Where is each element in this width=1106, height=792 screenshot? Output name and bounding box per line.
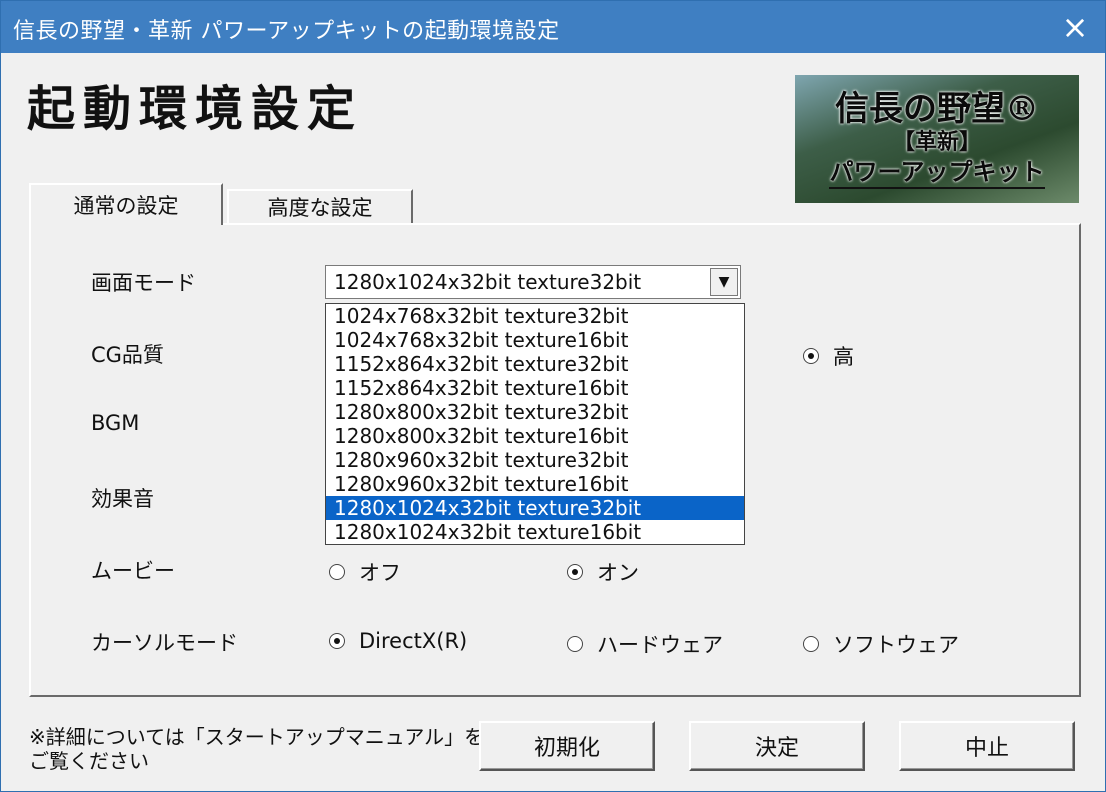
dropdown-option[interactable]: 1280x960x32bit texture16bit <box>326 472 744 496</box>
dropdown-option[interactable]: 1152x864x32bit texture32bit <box>326 352 744 376</box>
close-icon[interactable]: × <box>1057 9 1093 45</box>
radio-checked-icon[interactable] <box>803 348 819 364</box>
dropdown-option-highlighted[interactable]: 1280x1024x32bit texture32bit <box>326 496 744 520</box>
logo-line-3: パワーアップキット <box>829 157 1045 189</box>
movie-off-label: オフ <box>359 561 401 585</box>
game-logo: 信長の野望® 【革新】 パワーアップキット <box>795 75 1079 203</box>
ok-button[interactable]: 決定 <box>689 721 865 771</box>
cursor-mode-label: カーソルモード <box>91 631 238 655</box>
cursor-software-radio[interactable]: ソフトウェア <box>803 629 959 659</box>
logo-line-2: 【革新】 <box>892 130 981 155</box>
cursor-software-label: ソフトウェア <box>833 633 959 657</box>
cursor-directx-label: DirectX(R) <box>359 629 468 653</box>
cg-quality-label: CG品質 <box>91 343 164 367</box>
cancel-button[interactable]: 中止 <box>899 721 1075 771</box>
cursor-directx-radio[interactable]: DirectX(R) <box>329 629 467 653</box>
movie-label: ムービー <box>91 559 175 583</box>
radio-checked-icon[interactable] <box>329 633 345 649</box>
dropdown-option[interactable]: 1024x768x32bit texture32bit <box>326 304 744 328</box>
dropdown-option[interactable]: 1152x864x32bit texture16bit <box>326 376 744 400</box>
window-title: 信長の野望・革新 パワーアップキットの起動環境設定 <box>13 19 560 44</box>
movie-on-label: オン <box>597 561 639 585</box>
manual-note-line-1: ※詳細については「スタートアップマニュアル」を <box>29 725 485 749</box>
dropdown-option[interactable]: 1024x768x32bit texture16bit <box>326 328 744 352</box>
cg-quality-high-radio[interactable]: 高 <box>803 341 854 371</box>
cg-quality-high-label: 高 <box>833 345 854 369</box>
title-bar[interactable]: 信長の野望・革新 パワーアップキットの起動環境設定 × <box>1 1 1105 53</box>
logo-line-1: 信長の野望® <box>835 89 1039 129</box>
cursor-hardware-radio[interactable]: ハードウェア <box>567 629 723 659</box>
screen-mode-value: 1280x1024x32bit texture32bit <box>334 270 642 294</box>
tab-advanced-settings[interactable]: 高度な設定 <box>227 189 413 223</box>
chevron-down-icon[interactable]: ▼ <box>710 268 738 296</box>
page-heading: 起動環境設定 <box>27 81 364 137</box>
reset-button[interactable]: 初期化 <box>479 721 655 771</box>
manual-note-line-2: ご覧ください <box>29 749 149 773</box>
manual-note: ※詳細については「スタートアップマニュアル」を ご覧ください <box>29 725 484 773</box>
dropdown-option[interactable]: 1280x800x32bit texture32bit <box>326 400 744 424</box>
sound-effects-label: 効果音 <box>91 487 154 511</box>
dropdown-option[interactable]: 1280x1024x32bit texture16bit <box>326 520 744 544</box>
screen-mode-dropdown[interactable]: 1024x768x32bit texture32bit 1024x768x32b… <box>325 303 745 545</box>
cursor-hardware-label: ハードウェア <box>597 633 723 657</box>
settings-window: 信長の野望・革新 パワーアップキットの起動環境設定 × 起動環境設定 信長の野望… <box>0 0 1106 792</box>
dropdown-option[interactable]: 1280x960x32bit texture32bit <box>326 448 744 472</box>
radio-unchecked-icon[interactable] <box>803 636 819 652</box>
dropdown-option[interactable]: 1280x800x32bit texture16bit <box>326 424 744 448</box>
bgm-label: BGM <box>91 411 140 435</box>
radio-checked-icon[interactable] <box>567 564 583 580</box>
radio-unchecked-icon[interactable] <box>329 564 345 580</box>
tab-normal-settings[interactable]: 通常の設定 <box>29 183 223 225</box>
movie-on-radio[interactable]: オン <box>567 557 639 587</box>
radio-unchecked-icon[interactable] <box>567 636 583 652</box>
movie-off-radio[interactable]: オフ <box>329 557 401 587</box>
screen-mode-label: 画面モード <box>91 271 196 295</box>
screen-mode-select[interactable]: 1280x1024x32bit texture32bit ▼ <box>325 265 741 299</box>
